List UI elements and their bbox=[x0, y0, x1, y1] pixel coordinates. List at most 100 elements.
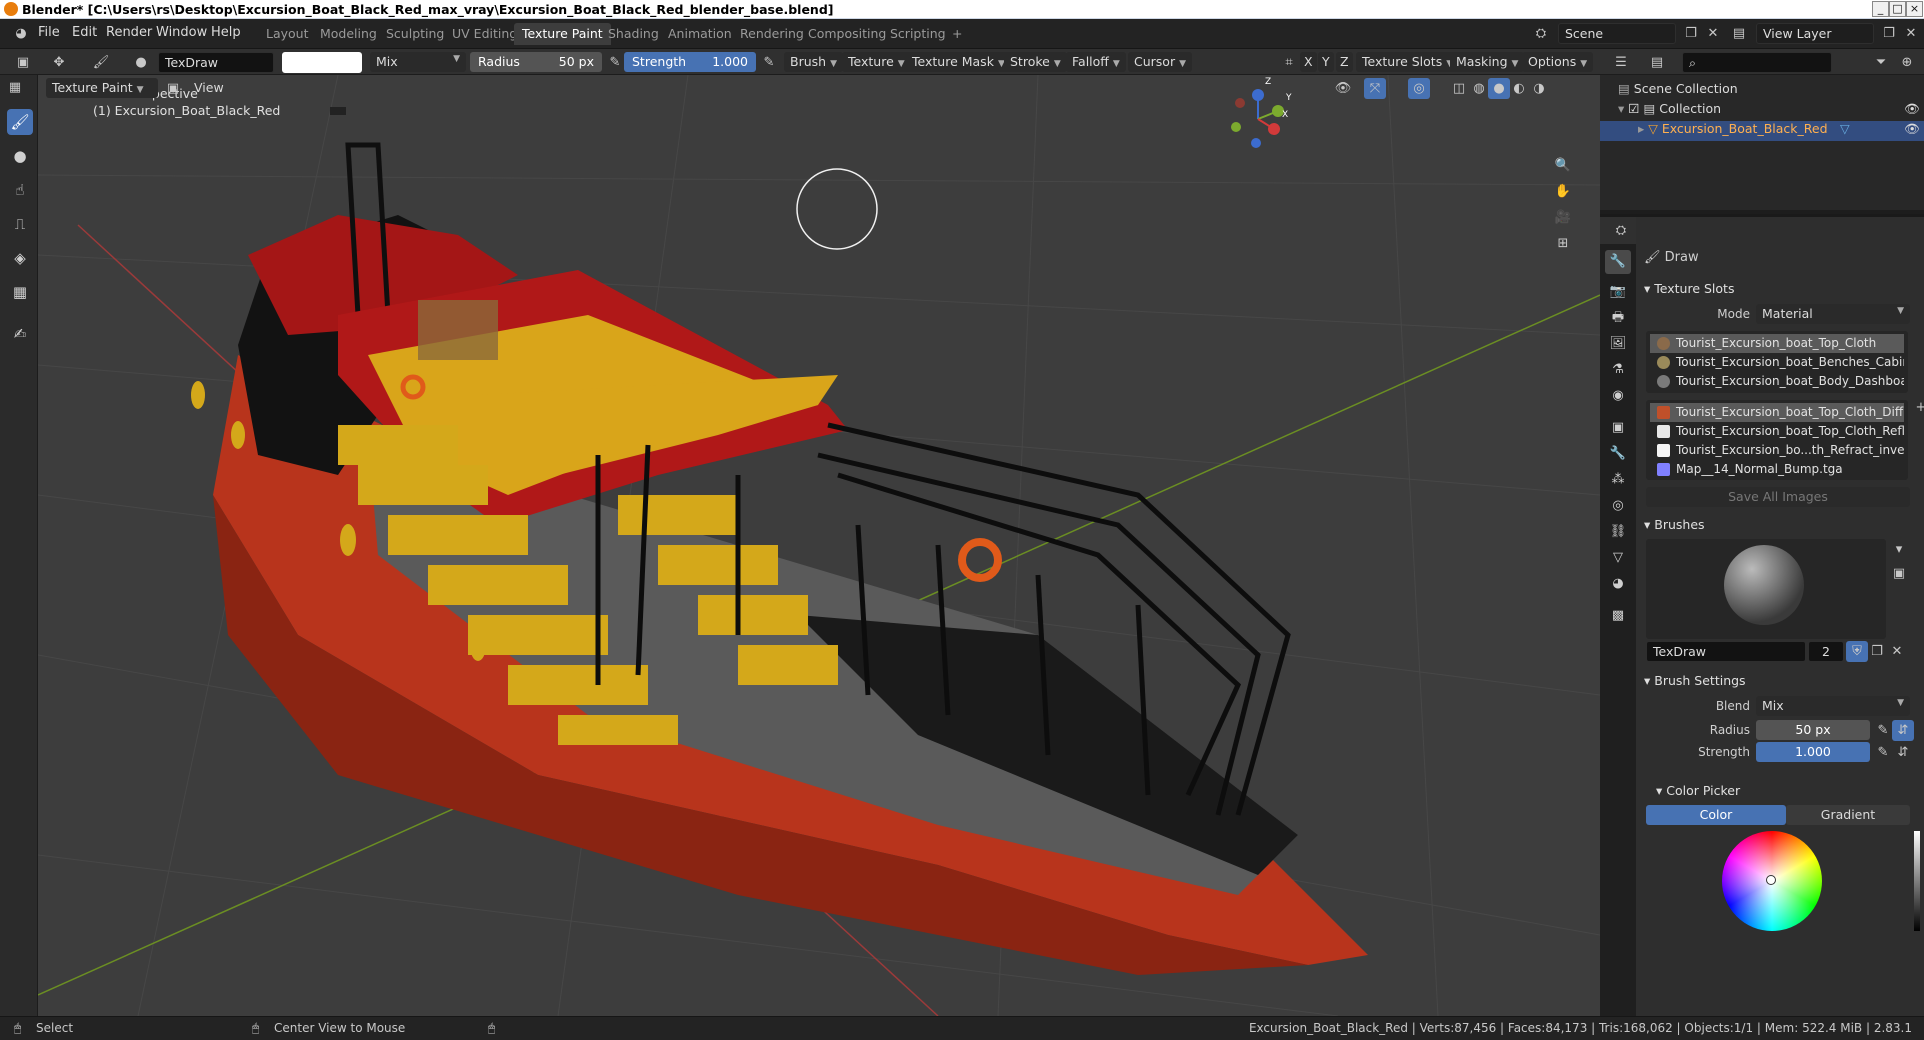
material-slot-item[interactable]: Tourist_Excursion_boat_Top_Cloth bbox=[1650, 334, 1904, 353]
new-collection-icon[interactable]: ⊕ bbox=[1896, 52, 1918, 73]
mask-tool-icon[interactable]: ▦ bbox=[7, 279, 33, 305]
blender-menu-icon[interactable]: ◕ bbox=[10, 23, 32, 44]
blend-mode-dropdown[interactable]: Mix ▼ bbox=[370, 52, 466, 72]
material-tab-icon[interactable]: ◕ bbox=[1605, 572, 1631, 596]
tab-modeling[interactable]: Modeling bbox=[312, 23, 385, 45]
zoom-icon[interactable]: 🔍 bbox=[1552, 155, 1574, 176]
output-tab-icon[interactable]: 🖶 bbox=[1605, 306, 1631, 330]
save-all-images-button[interactable]: Save All Images bbox=[1646, 487, 1910, 507]
maximize-button[interactable]: □ bbox=[1889, 1, 1906, 17]
color-picker-panel[interactable]: ▾ Color Picker bbox=[1656, 783, 1740, 798]
falloff-menu[interactable]: Falloff ▼ bbox=[1066, 52, 1126, 72]
unlink-brush-icon[interactable]: ✕ bbox=[1886, 641, 1908, 662]
editor-type-icon[interactable]: ▣ bbox=[12, 52, 34, 73]
radius-pressure-icon-panel[interactable]: ✎ bbox=[1872, 720, 1894, 741]
display-mode-icon[interactable]: ▤ bbox=[1646, 52, 1668, 73]
mode-dropdown[interactable]: Texture Paint ▼ bbox=[46, 78, 158, 98]
overlay-toggle-icon[interactable]: ◎ bbox=[1408, 78, 1430, 99]
draw-tool-icon[interactable]: 🖌 bbox=[7, 109, 33, 135]
image-slot-item[interactable]: Tourist_Excursion_boat_Top_Cloth_Reflect… bbox=[1650, 422, 1904, 441]
wireframe-shading-icon[interactable]: ◍ bbox=[1468, 78, 1490, 99]
symmetry-icon[interactable]: ⌗ bbox=[1278, 52, 1300, 73]
brush-color-swatch[interactable] bbox=[282, 52, 362, 73]
tool-tab-icon[interactable]: 🔧 bbox=[1605, 250, 1631, 274]
solid-shading-icon[interactable]: ● bbox=[1488, 78, 1510, 99]
stroke-menu[interactable]: Stroke ▼ bbox=[1004, 52, 1067, 72]
outliner-object-row[interactable]: ▸ ▽ Excursion_Boat_Black_Red ▽ 👁 bbox=[1600, 121, 1924, 141]
soften-tool-icon[interactable]: ● bbox=[7, 143, 33, 169]
brush-list-icon[interactable]: ▾ bbox=[1888, 539, 1910, 560]
color-tab[interactable]: Color bbox=[1646, 805, 1786, 825]
strength-pressure-icon-panel[interactable]: ✎ bbox=[1872, 742, 1894, 763]
outliner-collection[interactable]: ▾ ☑ ▤ Collection 👁 bbox=[1618, 101, 1920, 121]
menu-window[interactable]: Window bbox=[156, 25, 207, 40]
radius-slider[interactable]: Radius 50 px bbox=[470, 52, 602, 72]
brushes-panel[interactable]: ▾ Brushes bbox=[1644, 517, 1705, 532]
duplicate-brush-icon[interactable]: ❐ bbox=[1866, 641, 1888, 662]
tab-shading[interactable]: Shading bbox=[600, 23, 667, 45]
tab-animation[interactable]: Animation bbox=[660, 23, 740, 45]
brush-preview-icon[interactable]: ● bbox=[130, 52, 152, 73]
menu-render[interactable]: Render bbox=[106, 25, 152, 40]
gradient-tab[interactable]: Gradient bbox=[1786, 805, 1910, 825]
modifier-tab-icon[interactable]: 🔧 bbox=[1605, 442, 1631, 466]
strength-pressure-icon[interactable]: ✎ bbox=[758, 52, 780, 73]
data-tab-icon[interactable]: ▽ bbox=[1605, 546, 1631, 570]
smear-tool-icon[interactable]: ☝ bbox=[7, 177, 33, 203]
world-tab-icon[interactable]: ◉ bbox=[1605, 384, 1631, 408]
brush-name-field[interactable]: TexDraw bbox=[158, 52, 274, 73]
texture-menu[interactable]: Texture ▼ bbox=[842, 52, 911, 72]
brush-name-field-panel[interactable]: TexDraw bbox=[1646, 641, 1806, 662]
outliner-search-input[interactable]: ⌕ bbox=[1682, 52, 1832, 73]
radius-slider-panel[interactable]: 50 px bbox=[1756, 720, 1870, 740]
tab-scripting[interactable]: Scripting bbox=[882, 23, 954, 45]
fake-user-shield-icon[interactable]: ⛨ bbox=[1846, 641, 1868, 662]
camera-view-icon[interactable]: 🎥 bbox=[1552, 207, 1574, 228]
object-tab-icon[interactable]: ▣ bbox=[1605, 416, 1631, 440]
minimize-button[interactable]: _ bbox=[1872, 1, 1889, 17]
xray-icon[interactable]: ◫ bbox=[1448, 78, 1470, 99]
physics-tab-icon[interactable]: ◎ bbox=[1605, 494, 1631, 518]
strength-slider[interactable]: Strength 1.000 bbox=[624, 52, 756, 72]
view-layer-icon[interactable]: ▤ bbox=[1728, 23, 1750, 44]
tab-layout[interactable]: Layout bbox=[258, 23, 317, 45]
brush-menu[interactable]: Brush ▼ bbox=[784, 52, 843, 72]
mirror-x-toggle[interactable]: X bbox=[1300, 52, 1317, 72]
image-slot-item[interactable]: Tourist_Excursion_bo...th_Refract_invert… bbox=[1650, 441, 1904, 460]
properties-editor-icon[interactable]: ⛭ bbox=[1610, 220, 1632, 241]
texture-mask-menu[interactable]: Texture Mask ▼ bbox=[906, 52, 1011, 72]
eye-icon[interactable]: 👁 bbox=[1904, 101, 1920, 117]
color-wheel[interactable] bbox=[1722, 831, 1822, 931]
cursor-menu[interactable]: Cursor ▼ bbox=[1128, 52, 1193, 72]
gizmo-toggle-icon[interactable]: ⤧ bbox=[1364, 78, 1386, 99]
tab-texture-paint[interactable]: Texture Paint bbox=[514, 23, 611, 45]
view-layer-tab-icon[interactable]: 🖼 bbox=[1605, 332, 1631, 356]
menu-edit[interactable]: Edit bbox=[72, 25, 97, 40]
new-view-layer-icon[interactable]: ❐ bbox=[1878, 23, 1900, 44]
mirror-z-toggle[interactable]: Z bbox=[1336, 52, 1353, 72]
scene-icon[interactable]: ⛭ bbox=[1530, 23, 1552, 44]
options-menu[interactable]: Options ▼ bbox=[1522, 52, 1594, 72]
brush-icon[interactable]: 🖌 bbox=[90, 52, 112, 73]
radius-unit-icon[interactable]: ⇵ bbox=[1892, 720, 1914, 741]
value-slider[interactable] bbox=[1914, 831, 1920, 931]
texture-slots-panel[interactable]: ▾ Texture Slots bbox=[1644, 281, 1734, 296]
material-slot-item[interactable]: Tourist_Excursion_boat_Benches_Cabin bbox=[1650, 353, 1904, 372]
scene-name-field[interactable]: Scene bbox=[1558, 23, 1676, 44]
texture-mode-dropdown[interactable]: Material ▼ bbox=[1756, 304, 1910, 324]
scene-tab-icon[interactable]: ⚗ bbox=[1605, 358, 1631, 382]
masking-menu[interactable]: Masking ▼ bbox=[1450, 52, 1525, 72]
checkbox-icon[interactable]: ☑ bbox=[1628, 101, 1643, 116]
tab-sculpting[interactable]: Sculpting bbox=[378, 23, 452, 45]
texture-tab-icon[interactable]: ▩ bbox=[1605, 604, 1631, 628]
3d-viewport[interactable]: User Perspective (1) Excursion_Boat_Blac… bbox=[38, 75, 1600, 1016]
strength-slider-panel[interactable]: 1.000 bbox=[1756, 742, 1870, 762]
clone-tool-icon[interactable]: ⎍ bbox=[7, 211, 33, 237]
slot-paint-icon[interactable]: ▣ bbox=[162, 78, 184, 99]
outliner-scene-collection[interactable]: ▤ Scene Collection bbox=[1618, 81, 1738, 101]
particles-tab-icon[interactable]: ⁂ bbox=[1605, 468, 1631, 492]
color-wheel-cursor[interactable] bbox=[1766, 875, 1776, 885]
object-eye-icon[interactable]: 👁 bbox=[1904, 121, 1920, 137]
image-slot-item[interactable]: Tourist_Excursion_boat_Top_Cloth_Diffuse… bbox=[1650, 403, 1904, 422]
filter-icon[interactable]: ⏷ bbox=[1870, 52, 1892, 73]
